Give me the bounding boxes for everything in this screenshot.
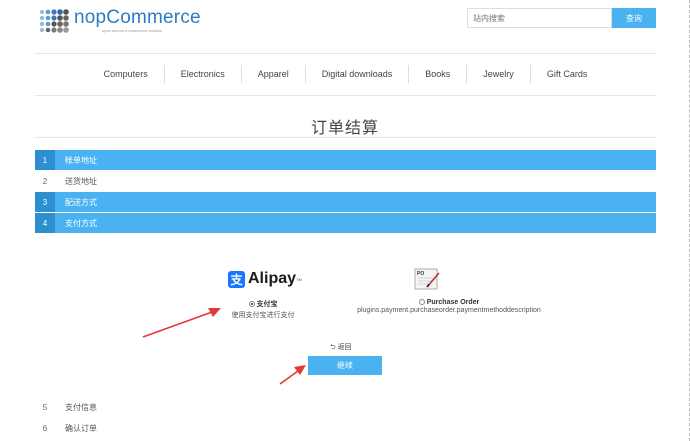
step-label: 配送方式 xyxy=(65,197,97,207)
back-label: 返回 xyxy=(337,344,352,351)
menu-divider xyxy=(35,95,656,96)
checkout-step-shipping-method[interactable]: 3 配送方式 xyxy=(35,192,656,212)
menu-item-electronics[interactable]: Electronics xyxy=(165,65,242,83)
page-title: 订单结算 xyxy=(310,120,379,137)
back-arrow-icon: ⮌ xyxy=(330,344,336,351)
alipay-trademark: TM xyxy=(296,276,302,282)
alipay-option-name: 支付宝 xyxy=(256,301,278,308)
alipay-logo-text: Alipay xyxy=(248,270,297,287)
step-number: 4 xyxy=(35,213,55,233)
step-label: 确认订单 xyxy=(65,423,97,433)
step-label: 支付方式 xyxy=(65,218,97,228)
step-number: 1 xyxy=(35,150,55,170)
menu-item-jewelry[interactable]: Jewelry xyxy=(467,65,531,83)
purchase-order-option-description: plugins.payment.purchaseorder.paymentmet… xyxy=(357,307,541,314)
alipay-radio[interactable] xyxy=(248,301,255,308)
header-divider xyxy=(35,53,656,54)
menu-item-computers[interactable]: Computers xyxy=(88,65,165,83)
payment-option-purchase-order[interactable]: Purchase Order plugins.payment.purchaseo… xyxy=(350,299,548,314)
step-number: 6 xyxy=(42,423,48,433)
purchase-order-radio[interactable] xyxy=(418,299,425,306)
checkout-step-payment-info[interactable]: 5 支付信息 xyxy=(35,397,656,417)
menu-item-books[interactable]: Books xyxy=(409,65,468,83)
top-menu: Computers Electronics Apparel Digital do… xyxy=(35,65,656,83)
search-button[interactable]: 查询 xyxy=(612,8,656,28)
menu-item-digital-downloads[interactable]: Digital downloads xyxy=(306,65,410,83)
step-label: 支付信息 xyxy=(65,402,97,412)
search-input[interactable] xyxy=(467,8,612,28)
logo-tagline: open source e-commerce solution xyxy=(102,28,163,33)
alipay-logo: 支 Alipay TM xyxy=(228,270,302,288)
search-bar: 查询 xyxy=(467,8,656,28)
alipay-icon: 支 xyxy=(228,270,245,288)
step-number: 3 xyxy=(35,192,55,212)
step-number: 5 xyxy=(42,402,48,412)
menu-item-gift-cards[interactable]: Gift Cards xyxy=(531,65,604,83)
purchase-order-icon: PO xyxy=(414,268,440,290)
alipay-option-description: 使用支付宝进行支付 xyxy=(231,312,295,319)
step-label: 帐单地址 xyxy=(65,155,97,165)
purchase-order-option-name: Purchase Order xyxy=(426,299,480,306)
checkout-step-payment-method[interactable]: 4 支付方式 xyxy=(35,213,656,233)
logo-brand: nopCommerce xyxy=(74,7,201,28)
po-icon-label: PO xyxy=(417,271,424,277)
site-logo[interactable]: nopCommerce open source e-commerce solut… xyxy=(39,8,201,33)
title-divider xyxy=(35,137,656,138)
checkout-step-confirm-order[interactable]: 6 确认订单 xyxy=(35,418,656,438)
step-label: 送货地址 xyxy=(65,176,97,186)
menu-item-apparel[interactable]: Apparel xyxy=(242,65,306,83)
back-link[interactable]: ⮌ 返回 xyxy=(330,342,352,354)
checkout-step-billing[interactable]: 1 帐单地址 xyxy=(35,150,656,170)
step-number: 2 xyxy=(42,176,48,186)
checkout-step-shipping-address[interactable]: 2 送货地址 xyxy=(35,171,656,191)
continue-button[interactable]: 继续 xyxy=(308,356,382,375)
logo-dots-icon xyxy=(40,8,69,33)
payment-option-alipay[interactable]: 支付宝 使用支付宝进行支付 xyxy=(230,299,296,320)
